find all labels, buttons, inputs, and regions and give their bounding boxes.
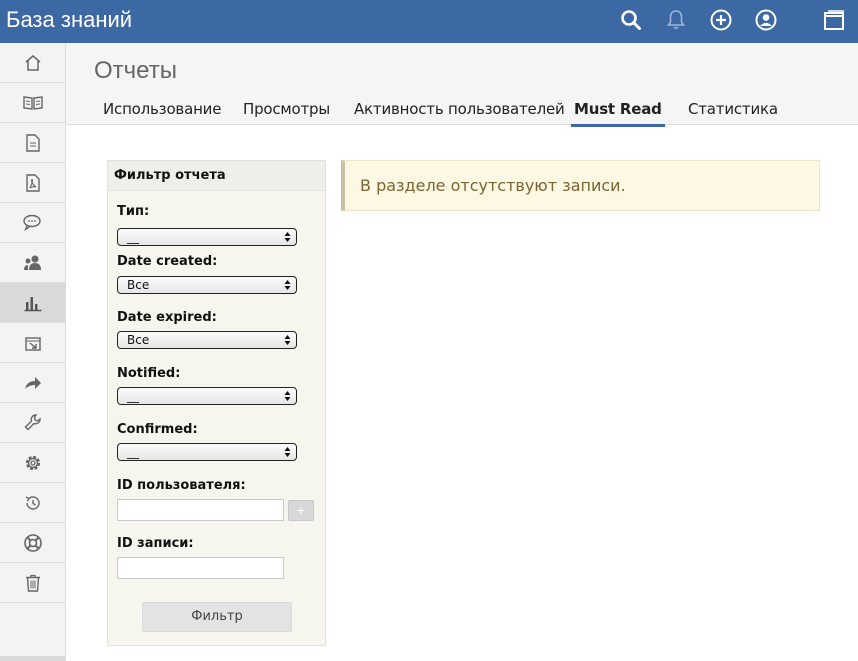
history-icon xyxy=(25,495,40,510)
tab-usage[interactable]: Использование xyxy=(103,100,221,124)
sidebar-item-tools[interactable] xyxy=(0,403,65,443)
trash-icon xyxy=(25,574,40,592)
date-created-label: Date created: xyxy=(117,254,218,269)
plus-circle-icon[interactable] xyxy=(706,5,736,35)
sidebar-item-help[interactable] xyxy=(0,523,65,563)
sidebar-item-users[interactable] xyxy=(0,243,65,283)
share-arrow-icon xyxy=(24,376,41,389)
sidebar-footer xyxy=(0,656,65,661)
wrench-icon xyxy=(24,413,41,430)
sidebar-item-share[interactable] xyxy=(0,363,65,403)
select-arrows-icon xyxy=(284,335,291,345)
date-created-value: Все xyxy=(127,278,150,292)
entry-id-input[interactable] xyxy=(117,557,284,579)
gear-icon xyxy=(25,455,40,470)
import-icon xyxy=(24,336,41,351)
date-expired-value: Все xyxy=(127,333,150,347)
confirmed-label: Confirmed: xyxy=(117,422,198,437)
type-label: Тип: xyxy=(117,204,150,219)
entry-id-label: ID записи: xyxy=(117,536,194,551)
select-arrows-icon xyxy=(284,447,291,457)
search-icon[interactable] xyxy=(616,5,646,35)
filter-submit-button[interactable]: Фильтр xyxy=(142,602,292,632)
sidebar-item-document[interactable] xyxy=(0,123,65,163)
type-select-value: __ xyxy=(127,230,139,244)
user-id-input[interactable] xyxy=(117,499,284,521)
confirmed-select[interactable]: __ xyxy=(117,443,297,461)
filter-title: Фильтр отчета xyxy=(108,161,325,191)
top-bar: База знаний xyxy=(0,0,858,43)
confirmed-value: __ xyxy=(127,445,139,459)
tab-must-read[interactable]: Must Read xyxy=(571,100,665,127)
notified-value: __ xyxy=(127,389,139,403)
tab-user-activity[interactable]: Активность пользователей xyxy=(354,100,565,124)
book-icon xyxy=(22,95,43,110)
sidebar-item-import[interactable] xyxy=(0,323,65,363)
select-arrows-icon xyxy=(284,232,291,242)
app-title[interactable]: База знаний xyxy=(6,7,132,33)
sidebar-item-reports[interactable] xyxy=(0,283,65,323)
lifebuoy-icon xyxy=(23,533,42,552)
page-title: Отчеты xyxy=(94,57,177,84)
chat-icon xyxy=(22,214,41,231)
user-id-label: ID пользователя: xyxy=(117,478,246,493)
select-arrows-icon xyxy=(284,280,291,290)
date-expired-select[interactable]: Все xyxy=(117,331,297,349)
date-expired-label: Date expired: xyxy=(117,310,217,325)
page-header: Отчеты Использование Просмотры Активност… xyxy=(66,43,858,127)
sidebar-item-trash[interactable] xyxy=(0,563,65,603)
sidebar-item-history[interactable] xyxy=(0,483,65,523)
select-arrows-icon xyxy=(284,391,291,401)
sidebar-item-book[interactable] xyxy=(0,83,65,123)
empty-notice: В разделе отсутствуют записи. xyxy=(341,160,820,211)
sidebar-item-chat[interactable] xyxy=(0,203,65,243)
type-select[interactable]: __ xyxy=(117,228,297,246)
report-filter-panel: Фильтр отчета Тип: __ Date created: Все … xyxy=(107,160,326,646)
date-created-select[interactable]: Все xyxy=(117,276,297,294)
sidebar-item-settings[interactable] xyxy=(0,443,65,483)
notified-label: Notified: xyxy=(117,366,181,381)
tab-views[interactable]: Просмотры xyxy=(243,100,330,124)
users-icon xyxy=(23,255,41,270)
sidebar-item-pdf[interactable] xyxy=(0,163,65,203)
notified-select[interactable]: __ xyxy=(117,387,297,405)
sidebar-item-home[interactable] xyxy=(0,43,65,83)
bar-chart-icon xyxy=(24,296,41,311)
add-user-button[interactable]: + xyxy=(288,500,314,521)
tab-statistics[interactable]: Статистика xyxy=(688,100,778,124)
home-icon xyxy=(25,54,40,71)
pdf-document-icon xyxy=(25,173,40,192)
bell-icon[interactable] xyxy=(661,5,691,35)
user-icon[interactable] xyxy=(751,5,781,35)
document-icon xyxy=(25,133,40,152)
sidebar xyxy=(0,43,66,661)
window-icon[interactable] xyxy=(819,5,849,35)
